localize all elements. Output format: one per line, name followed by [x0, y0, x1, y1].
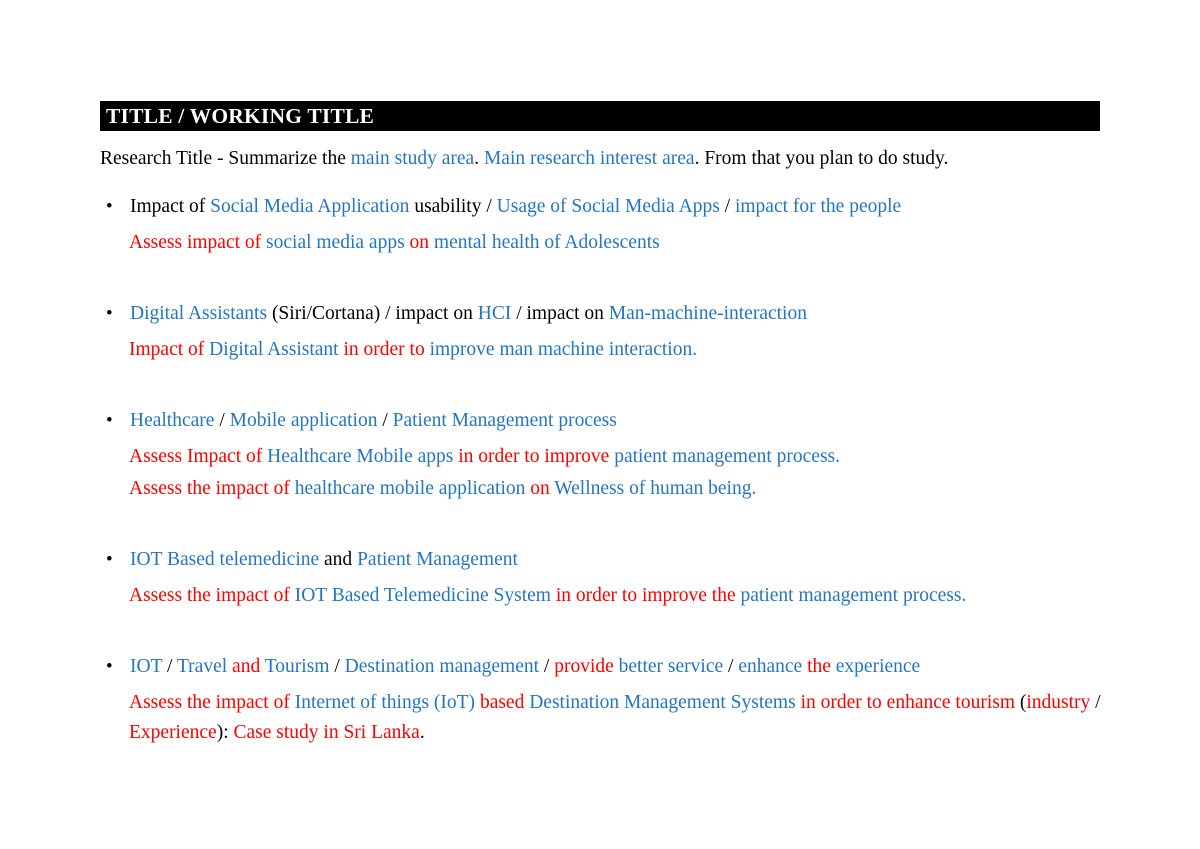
topic-segment: better service	[618, 656, 729, 677]
subline-segment: Assess the impact of	[129, 478, 295, 499]
list-item: • IOT Based telemedicine and Patient Mana…	[100, 545, 1100, 611]
subline-punctuation: .	[419, 722, 425, 743]
subline-segment: industry	[1026, 692, 1096, 713]
topic-segment: experience	[835, 656, 921, 677]
bullet-icon: •	[106, 303, 113, 324]
subline-segment: social media apps	[266, 232, 410, 253]
subline-segment: on	[409, 232, 434, 253]
topic-line: • Healthcare / Mobile application / Patie…	[100, 406, 1100, 436]
list-item: • Digital Assistants (Siri/Cortana) / imp…	[100, 299, 1100, 365]
topic-line: • Impact of Social Media Application usab…	[100, 192, 1100, 222]
topic-line: • IOT Based telemedicine and Patient Mana…	[100, 545, 1100, 575]
topic-segment: enhance	[733, 656, 808, 677]
subline-segment: Healthcare Mobile apps	[267, 446, 459, 467]
topic-segment: (Siri/Cortana) / impact on	[267, 303, 478, 324]
topic-subline: Assess Impact of Healthcare Mobile apps …	[100, 442, 1100, 472]
subline-segment: improve man machine interaction.	[429, 339, 698, 360]
topic-segment: provide	[549, 656, 619, 677]
subline-segment: Digital Assistant	[209, 339, 344, 360]
intro-text-1: Research Title - Summarize the	[100, 148, 351, 169]
intro-paragraph: Research Title - Summarize the main stud…	[100, 144, 1100, 174]
subline-punctuation: :	[223, 722, 234, 743]
topic-segment: Impact of	[130, 196, 211, 217]
page-title: TITLE / WORKING TITLE	[100, 101, 1100, 131]
topic-subline: Assess impact of social media apps on me…	[100, 228, 1100, 258]
subline-segment: on	[530, 478, 555, 499]
intro-text-5: . From that you plan to do study.	[694, 148, 949, 169]
subline-segment: Assess the impact of	[129, 585, 295, 606]
topic-segment: / impact on	[511, 303, 609, 324]
topic-segment: Healthcare	[130, 410, 220, 431]
topic-subline: Impact of Digital Assistant in order to …	[100, 335, 1100, 365]
list-item: • Healthcare / Mobile application / Patie…	[100, 406, 1100, 504]
topic-segment: the	[807, 656, 836, 677]
subline-segment: IOT Based Telemedicine System	[294, 585, 556, 606]
topic-subline: Assess the impact of IOT Based Telemedic…	[100, 581, 1100, 611]
topic-segment: Patient Management process	[387, 410, 617, 431]
subline-segment: mental health of Adolescents	[433, 232, 660, 253]
subline-segment: in order to improve the	[555, 585, 741, 606]
subline-segment: patient management process.	[740, 585, 967, 606]
list-item: • IOT / Travel and Tourism / Destination …	[100, 652, 1101, 748]
subline-segment: patient management process.	[614, 446, 841, 467]
subline-segment: Assess impact of	[129, 232, 267, 253]
subline-segment: healthcare mobile application	[294, 478, 531, 499]
bullet-icon: •	[106, 410, 113, 431]
topic-segment: Patient Management	[357, 549, 518, 570]
subline-segment: in order to improve	[458, 446, 615, 467]
topic-segment: Tourism	[264, 656, 335, 677]
subline-segment: Impact of	[129, 339, 210, 360]
intro-text-2: main study area	[350, 148, 475, 169]
document-page: TITLE / WORKING TITLE Research Title - S…	[0, 0, 1200, 849]
subline-segment: in order to	[343, 339, 430, 360]
subline-segment: based	[479, 692, 530, 713]
topic-subline: Assess the impact of Internet of things …	[100, 688, 1106, 748]
topic-segment: Social Media Application	[210, 196, 410, 217]
topic-segment: Travel	[172, 656, 233, 677]
subline-segment: Experience	[129, 722, 217, 743]
topic-segment: IOT	[130, 656, 168, 677]
topic-line: • Digital Assistants (Siri/Cortana) / imp…	[100, 299, 1100, 329]
topic-segment: Man-machine-interaction	[608, 303, 807, 324]
research-topic-list: • Impact of Social Media Application usab…	[100, 192, 1101, 748]
topic-segment: and	[232, 656, 265, 677]
topic-segment: Destination management	[339, 656, 544, 677]
bullet-icon: •	[106, 196, 113, 217]
topic-subline: Assess the impact of healthcare mobile a…	[100, 474, 1100, 504]
document-body: TITLE / WORKING TITLE Research Title - S…	[100, 101, 1101, 748]
topic-segment: usability	[409, 196, 487, 217]
topic-segment: HCI	[477, 303, 512, 324]
bullet-icon: •	[106, 656, 113, 677]
subline-segment: Assess Impact of	[129, 446, 268, 467]
topic-segment: Usage of Social Media Apps	[491, 196, 725, 217]
topic-segment: Mobile application	[224, 410, 383, 431]
topic-segment: and	[319, 549, 358, 570]
subline-segment: Wellness of human being.	[554, 478, 757, 499]
bullet-icon: •	[106, 549, 113, 570]
topic-segment: IOT Based telemedicine	[130, 549, 320, 570]
subline-segment: in order to enhance tourism	[800, 692, 1020, 713]
subline-segment: Destination Management Systems	[529, 692, 801, 713]
topic-segment: Digital Assistants	[130, 303, 268, 324]
intro-text-3: .	[474, 148, 484, 169]
subline-segment: Case study in Sri Lanka	[233, 722, 420, 743]
subline-segment: Assess the impact of	[129, 692, 295, 713]
topic-segment: impact for the people	[730, 196, 902, 217]
intro-text-4: Main research interest area	[483, 148, 695, 169]
subline-segment: Internet of things (IoT)	[294, 692, 480, 713]
topic-line: • IOT / Travel and Tourism / Destination …	[100, 652, 1100, 682]
list-item: • Impact of Social Media Application usab…	[100, 192, 1100, 258]
subline-separator: /	[1095, 692, 1101, 713]
